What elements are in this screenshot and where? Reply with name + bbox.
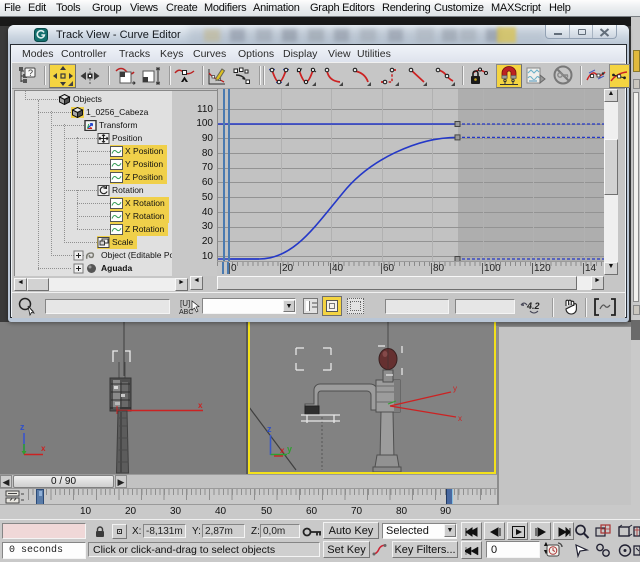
svg-text:[U]: [U] [180,299,190,308]
svg-text:y: y [287,444,292,454]
svg-text:x: x [458,414,462,423]
svg-text:x: x [280,446,285,455]
svg-text:x: x [198,401,203,410]
svg-text:4.2: 4.2 [526,301,540,311]
svg-text:ABC: ABC [179,309,193,316]
svg-text:z: z [267,424,272,434]
svg-text:y: y [453,384,457,393]
svg-text:x: x [41,444,46,453]
svg-text:z: z [20,422,25,432]
